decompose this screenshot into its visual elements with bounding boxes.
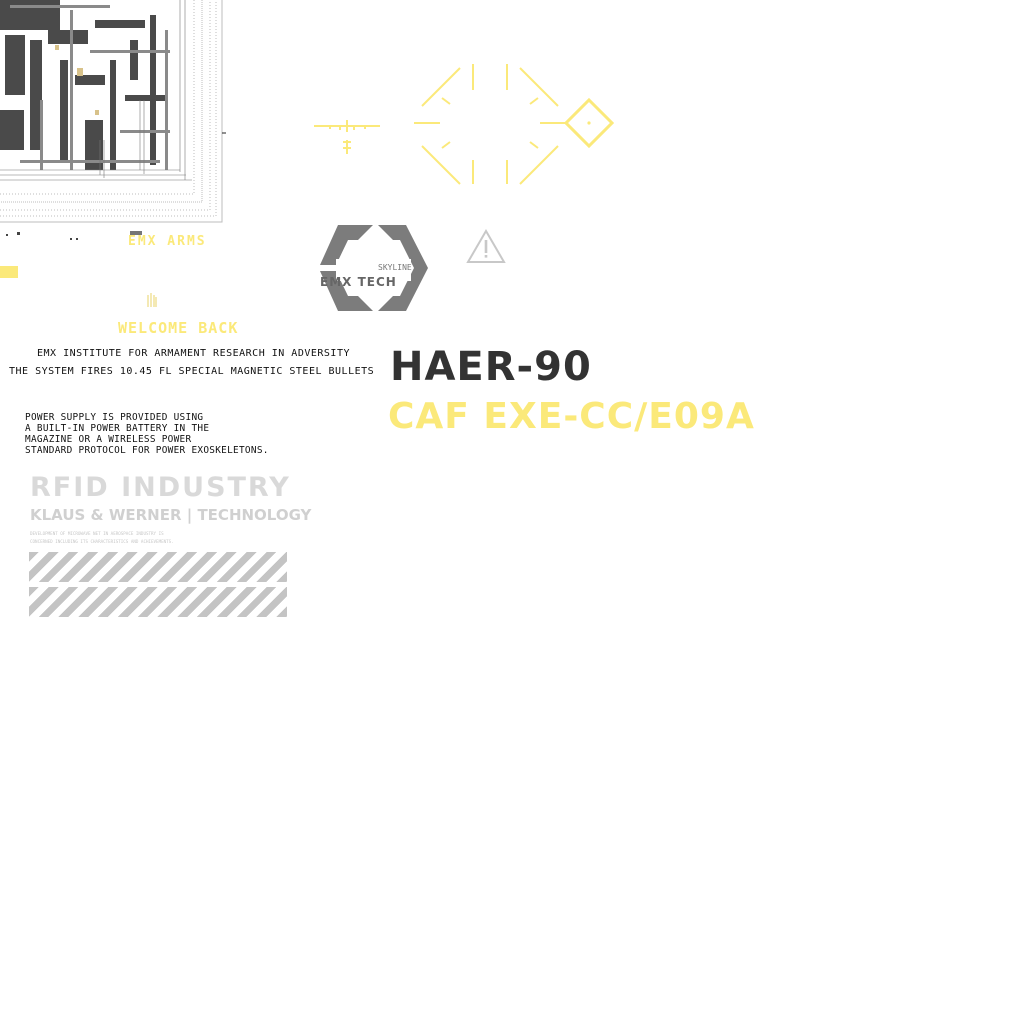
power-supply-paragraph: POWER SUPPLY IS PROVIDED USING A BUILT-I… bbox=[25, 412, 269, 456]
emx-tech-logo: SKYLINE EMX TECH bbox=[320, 225, 428, 311]
accent-block bbox=[0, 266, 18, 278]
system-fires-line: THE SYSTEM FIRES 10.45 FL SPECIAL MAGNET… bbox=[9, 366, 375, 377]
rfid-title: RFID INDUSTRY bbox=[30, 472, 291, 503]
rfid-fine-print: DEVELOPMENT OF MICROWAVE NET IN AEROSPAC… bbox=[30, 531, 174, 544]
model-name: HAER-90 bbox=[390, 344, 592, 390]
tick-marks-icon bbox=[147, 293, 157, 307]
model-code: CAF EXE-CC/E09A bbox=[388, 396, 755, 437]
crosshair-reticle-icon bbox=[314, 64, 615, 185]
decorative-dots bbox=[2, 228, 142, 240]
rfid-subtitle: KLAUS & WERNER | TECHNOLOGY bbox=[30, 506, 312, 524]
diamond-target-icon bbox=[563, 97, 615, 149]
hazard-stripes-top bbox=[29, 552, 287, 582]
logo-small-text: SKYLINE bbox=[378, 263, 412, 272]
hazard-stripes-bottom bbox=[29, 587, 287, 617]
warning-triangle-icon bbox=[466, 229, 506, 263]
circuit-board-graphic bbox=[0, 0, 226, 223]
welcome-heading: WELCOME BACK bbox=[118, 319, 239, 337]
logo-main-text: EMX TECH bbox=[320, 275, 397, 289]
institute-line: EMX INSTITUTE FOR ARMAMENT RESEARCH IN A… bbox=[37, 348, 350, 359]
brand-emx-arms: EMX ARMS bbox=[128, 234, 207, 249]
